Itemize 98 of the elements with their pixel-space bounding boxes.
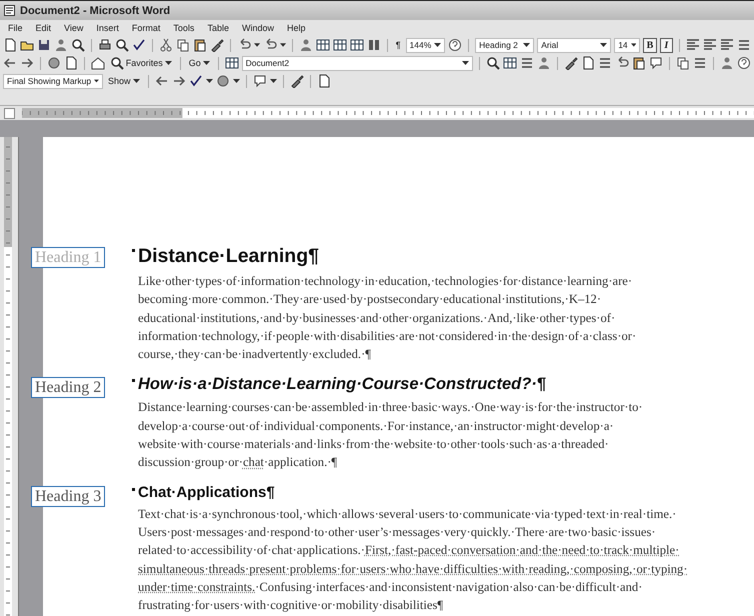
- person-icon[interactable]: [537, 56, 552, 70]
- go-button[interactable]: Go: [186, 58, 212, 68]
- dropdown-caret-icon[interactable]: [202, 61, 210, 65]
- menu-item[interactable]: Window: [242, 23, 274, 33]
- table-icon[interactable]: [224, 56, 239, 70]
- dropdown-caret-icon[interactable]: [600, 43, 608, 47]
- show-marks-button[interactable]: ¶: [394, 40, 403, 50]
- dropdown-caret-icon[interactable]: [206, 79, 213, 83]
- comment-icon[interactable]: [252, 74, 267, 88]
- back-icon[interactable]: [154, 74, 169, 88]
- dropdown-caret-icon[interactable]: [270, 79, 277, 83]
- heading: Chat·Applications¶: [138, 484, 276, 501]
- align-icon[interactable]: [686, 38, 700, 52]
- dropdown-caret-icon[interactable]: [434, 43, 442, 47]
- keep-with-next-icon: [132, 488, 135, 491]
- body-paragraph: Distance·learning·courses·can·be·assembled·in·three·basic·ways.·One·way·is·for·the·instructor·to· develop·a·course·out·of·individual·components.·For·instance,·an·instructor·might·develop·a· website·with·course·materials·and·links·from·the·website·to·other·tools·such·as·a·threaded· discussion·group·or·chat·application.·¶: [138, 399, 644, 472]
- brush-icon[interactable]: [564, 56, 578, 70]
- dropdown-caret-icon[interactable]: [462, 61, 470, 65]
- brush-icon[interactable]: [290, 74, 304, 88]
- style-dropdown[interactable]: Heading 2: [475, 38, 534, 52]
- home-icon[interactable]: [90, 56, 105, 70]
- checkmark-icon[interactable]: [132, 38, 146, 52]
- favorites-button[interactable]: Favorites: [108, 56, 174, 70]
- person-icon[interactable]: [720, 56, 734, 70]
- font-size-dropdown[interactable]: 14: [614, 38, 640, 52]
- paste-icon[interactable]: [632, 56, 646, 70]
- zoom-dropdown[interactable]: 144%: [406, 38, 446, 52]
- new-document-icon[interactable]: [64, 56, 78, 70]
- keep-with-next-icon: [132, 249, 135, 252]
- menu-item[interactable]: View: [64, 23, 84, 33]
- dropdown-caret-icon[interactable]: [94, 79, 99, 83]
- save-icon[interactable]: [37, 38, 51, 52]
- search-icon[interactable]: [114, 38, 129, 52]
- checkmark-icon[interactable]: [188, 74, 203, 88]
- app-icon: [4, 5, 15, 16]
- help-icon[interactable]: [448, 38, 462, 52]
- new-document-icon[interactable]: [3, 38, 17, 52]
- cut-icon[interactable]: [158, 38, 173, 52]
- show-button[interactable]: Show: [106, 76, 142, 86]
- comment-icon[interactable]: [649, 56, 664, 70]
- heading: Distance·Learning¶: [138, 245, 320, 268]
- list-icon[interactable]: [598, 56, 612, 70]
- dropdown-caret-icon[interactable]: [630, 43, 636, 47]
- forward-icon[interactable]: [20, 56, 34, 70]
- align-icon[interactable]: [702, 38, 717, 52]
- stop-icon[interactable]: [216, 74, 230, 88]
- menu-item[interactable]: Tools: [173, 23, 194, 33]
- dropdown-caret-icon[interactable]: [523, 43, 530, 47]
- keep-with-next-icon: [132, 379, 135, 382]
- person-icon[interactable]: [298, 38, 313, 52]
- heading: How·is·a·Distance·Learning·Course·Constructed?·¶: [138, 375, 547, 394]
- forward-icon[interactable]: [172, 74, 186, 88]
- menu-item[interactable]: Help: [286, 23, 306, 33]
- printer-icon[interactable]: [98, 38, 112, 52]
- style-area-label: Heading 3: [31, 486, 106, 507]
- table-icon[interactable]: [350, 38, 364, 52]
- list-icon[interactable]: [693, 56, 708, 70]
- person-icon[interactable]: [54, 38, 68, 52]
- body-paragraph: Like·other·types·of·information·technology·in·education,·technologies·for·distance·learning·are· becoming·more·common.·They·are·used·by·postsecondary·educational·institutions,·K–12· educational·institutions,·and·by·businesses·and·other·organizations.·And,·like·other·types·of· information·technology,·if·people·with·disabilities·are·not·considered·in·the·design·of·a·class·or· course,·they·can·be·inadvertently·excluded.·¶: [138, 273, 638, 364]
- list-icon[interactable]: [736, 38, 751, 52]
- paste-icon[interactable]: [192, 38, 207, 52]
- copy-icon[interactable]: [676, 56, 690, 70]
- dropdown-caret-icon[interactable]: [132, 79, 140, 83]
- align-icon[interactable]: [720, 38, 734, 52]
- markup-display-dropdown[interactable]: Final Showing Markup: [3, 74, 103, 88]
- dropdown-caret-icon[interactable]: [280, 43, 286, 47]
- list-icon[interactable]: [520, 56, 534, 70]
- columns-icon[interactable]: [366, 38, 381, 52]
- stop-icon[interactable]: [46, 56, 61, 70]
- table-icon[interactable]: [332, 38, 347, 52]
- font-dropdown[interactable]: Arial: [537, 38, 612, 52]
- copy-icon[interactable]: [176, 38, 190, 52]
- table-icon[interactable]: [316, 38, 330, 52]
- menu-item[interactable]: Insert: [96, 23, 119, 33]
- dropdown-caret-icon[interactable]: [254, 43, 260, 47]
- dropdown-caret-icon[interactable]: [164, 61, 172, 65]
- help-icon[interactable]: [736, 56, 751, 70]
- search-icon[interactable]: [486, 56, 500, 70]
- new-document-icon[interactable]: [581, 56, 596, 70]
- address-field[interactable]: Document2: [242, 56, 474, 70]
- search-icon[interactable]: [110, 56, 124, 70]
- style-area-label: Heading 2: [31, 377, 106, 398]
- menu-item[interactable]: Edit: [36, 23, 52, 33]
- menu-item[interactable]: Table: [207, 23, 229, 33]
- tab-selector[interactable]: [4, 108, 15, 118]
- brush-icon[interactable]: [210, 38, 224, 52]
- menu-item[interactable]: Format: [132, 23, 160, 33]
- menu-item[interactable]: File: [8, 23, 23, 33]
- new-document-icon[interactable]: [316, 74, 331, 88]
- bold-button[interactable]: B: [643, 38, 657, 52]
- dropdown-caret-icon[interactable]: [232, 79, 240, 83]
- window-title: Document2 - Microsoft Word: [20, 4, 170, 16]
- search-icon[interactable]: [71, 38, 85, 52]
- table-icon[interactable]: [503, 56, 518, 70]
- italic-button[interactable]: I: [660, 38, 674, 52]
- style-area-label: Heading 1: [31, 247, 106, 268]
- back-icon[interactable]: [3, 56, 17, 70]
- body-paragraph: Text·chat·is·a·synchronous·tool,·which·allows·several·users·to·communicate·via·typed·text·in·real·time.· Users·post·messages·and·respond·to·other·user’s·messages·very·quickly.·There·are·two·basic·issues· related·to·accessibility·of·chat·applications.·First,·fast-paced·conversation·and·the·need·to·track·multiple· simultaneous·threads·present·problems·for·users·who·have·difficulties·with·reading,·composing,·or·typing· under·time·constraints.·Confusing·interfaces·and·inconsistent·navigation·also·can·be·difficult·and· frustrating·for·users·with·cognitive·or·mobility·disabilities¶: [138, 506, 689, 614]
